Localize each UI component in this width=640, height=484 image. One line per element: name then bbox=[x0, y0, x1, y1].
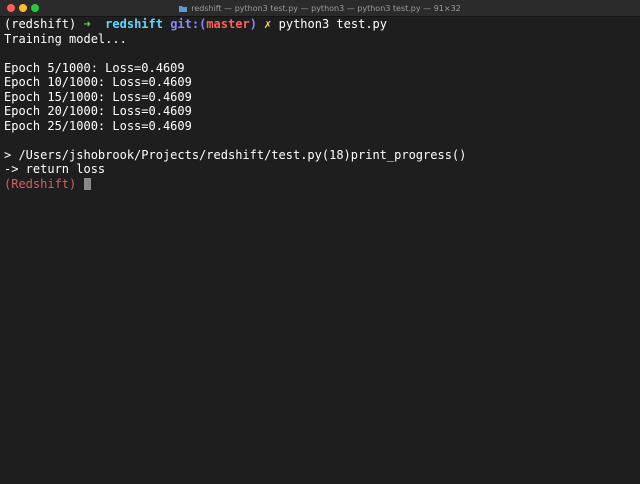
prompt-dirty-icon: ✗ bbox=[264, 17, 272, 31]
folder-icon bbox=[179, 5, 188, 12]
prompt-directory: redshift bbox=[105, 17, 163, 31]
prompt-branch: master bbox=[206, 17, 250, 31]
prompt-line: (redshift) ➜ redshift git:(master) ✗ pyt… bbox=[4, 17, 636, 32]
prompt-arrow-icon: ➜ bbox=[83, 17, 91, 31]
debugger-prompt-line[interactable]: (Redshift) bbox=[4, 177, 636, 192]
title-bar: redshift — python3 test.py — python3 — p… bbox=[0, 0, 640, 17]
window-title: redshift — python3 test.py — python3 — p… bbox=[0, 0, 640, 16]
epoch-line: Epoch 25/1000: Loss=0.4609 bbox=[4, 118, 192, 133]
text-cursor bbox=[84, 177, 92, 190]
prompt-command: python3 test.py bbox=[278, 17, 387, 31]
debugger-location: > /Users/jshobrook/Projects/redshift/tes… bbox=[4, 147, 467, 162]
debugger-prompt: (Redshift) bbox=[4, 176, 77, 191]
epoch-line: Epoch 20/1000: Loss=0.4609 bbox=[4, 104, 192, 118]
prompt-git-label: git:( bbox=[170, 17, 207, 31]
window-title-text: redshift — python3 test.py — python3 — p… bbox=[191, 3, 461, 13]
terminal-window: redshift — python3 test.py — python3 — p… bbox=[0, 0, 640, 484]
terminal-content[interactable]: (redshift) ➜ redshift git:(master) ✗ pyt… bbox=[4, 17, 636, 191]
epoch-line: Epoch 5/1000: Loss=0.4609 bbox=[4, 60, 185, 75]
epoch-line: Epoch 15/1000: Loss=0.4609 bbox=[4, 89, 192, 104]
epoch-line: Epoch 10/1000: Loss=0.4609 bbox=[4, 75, 192, 89]
training-output: Training model... bbox=[4, 31, 127, 46]
prompt-git-close: ) bbox=[249, 17, 257, 31]
prompt-env: (redshift) bbox=[4, 17, 77, 31]
debugger-current-line: -> return loss bbox=[4, 162, 106, 176]
